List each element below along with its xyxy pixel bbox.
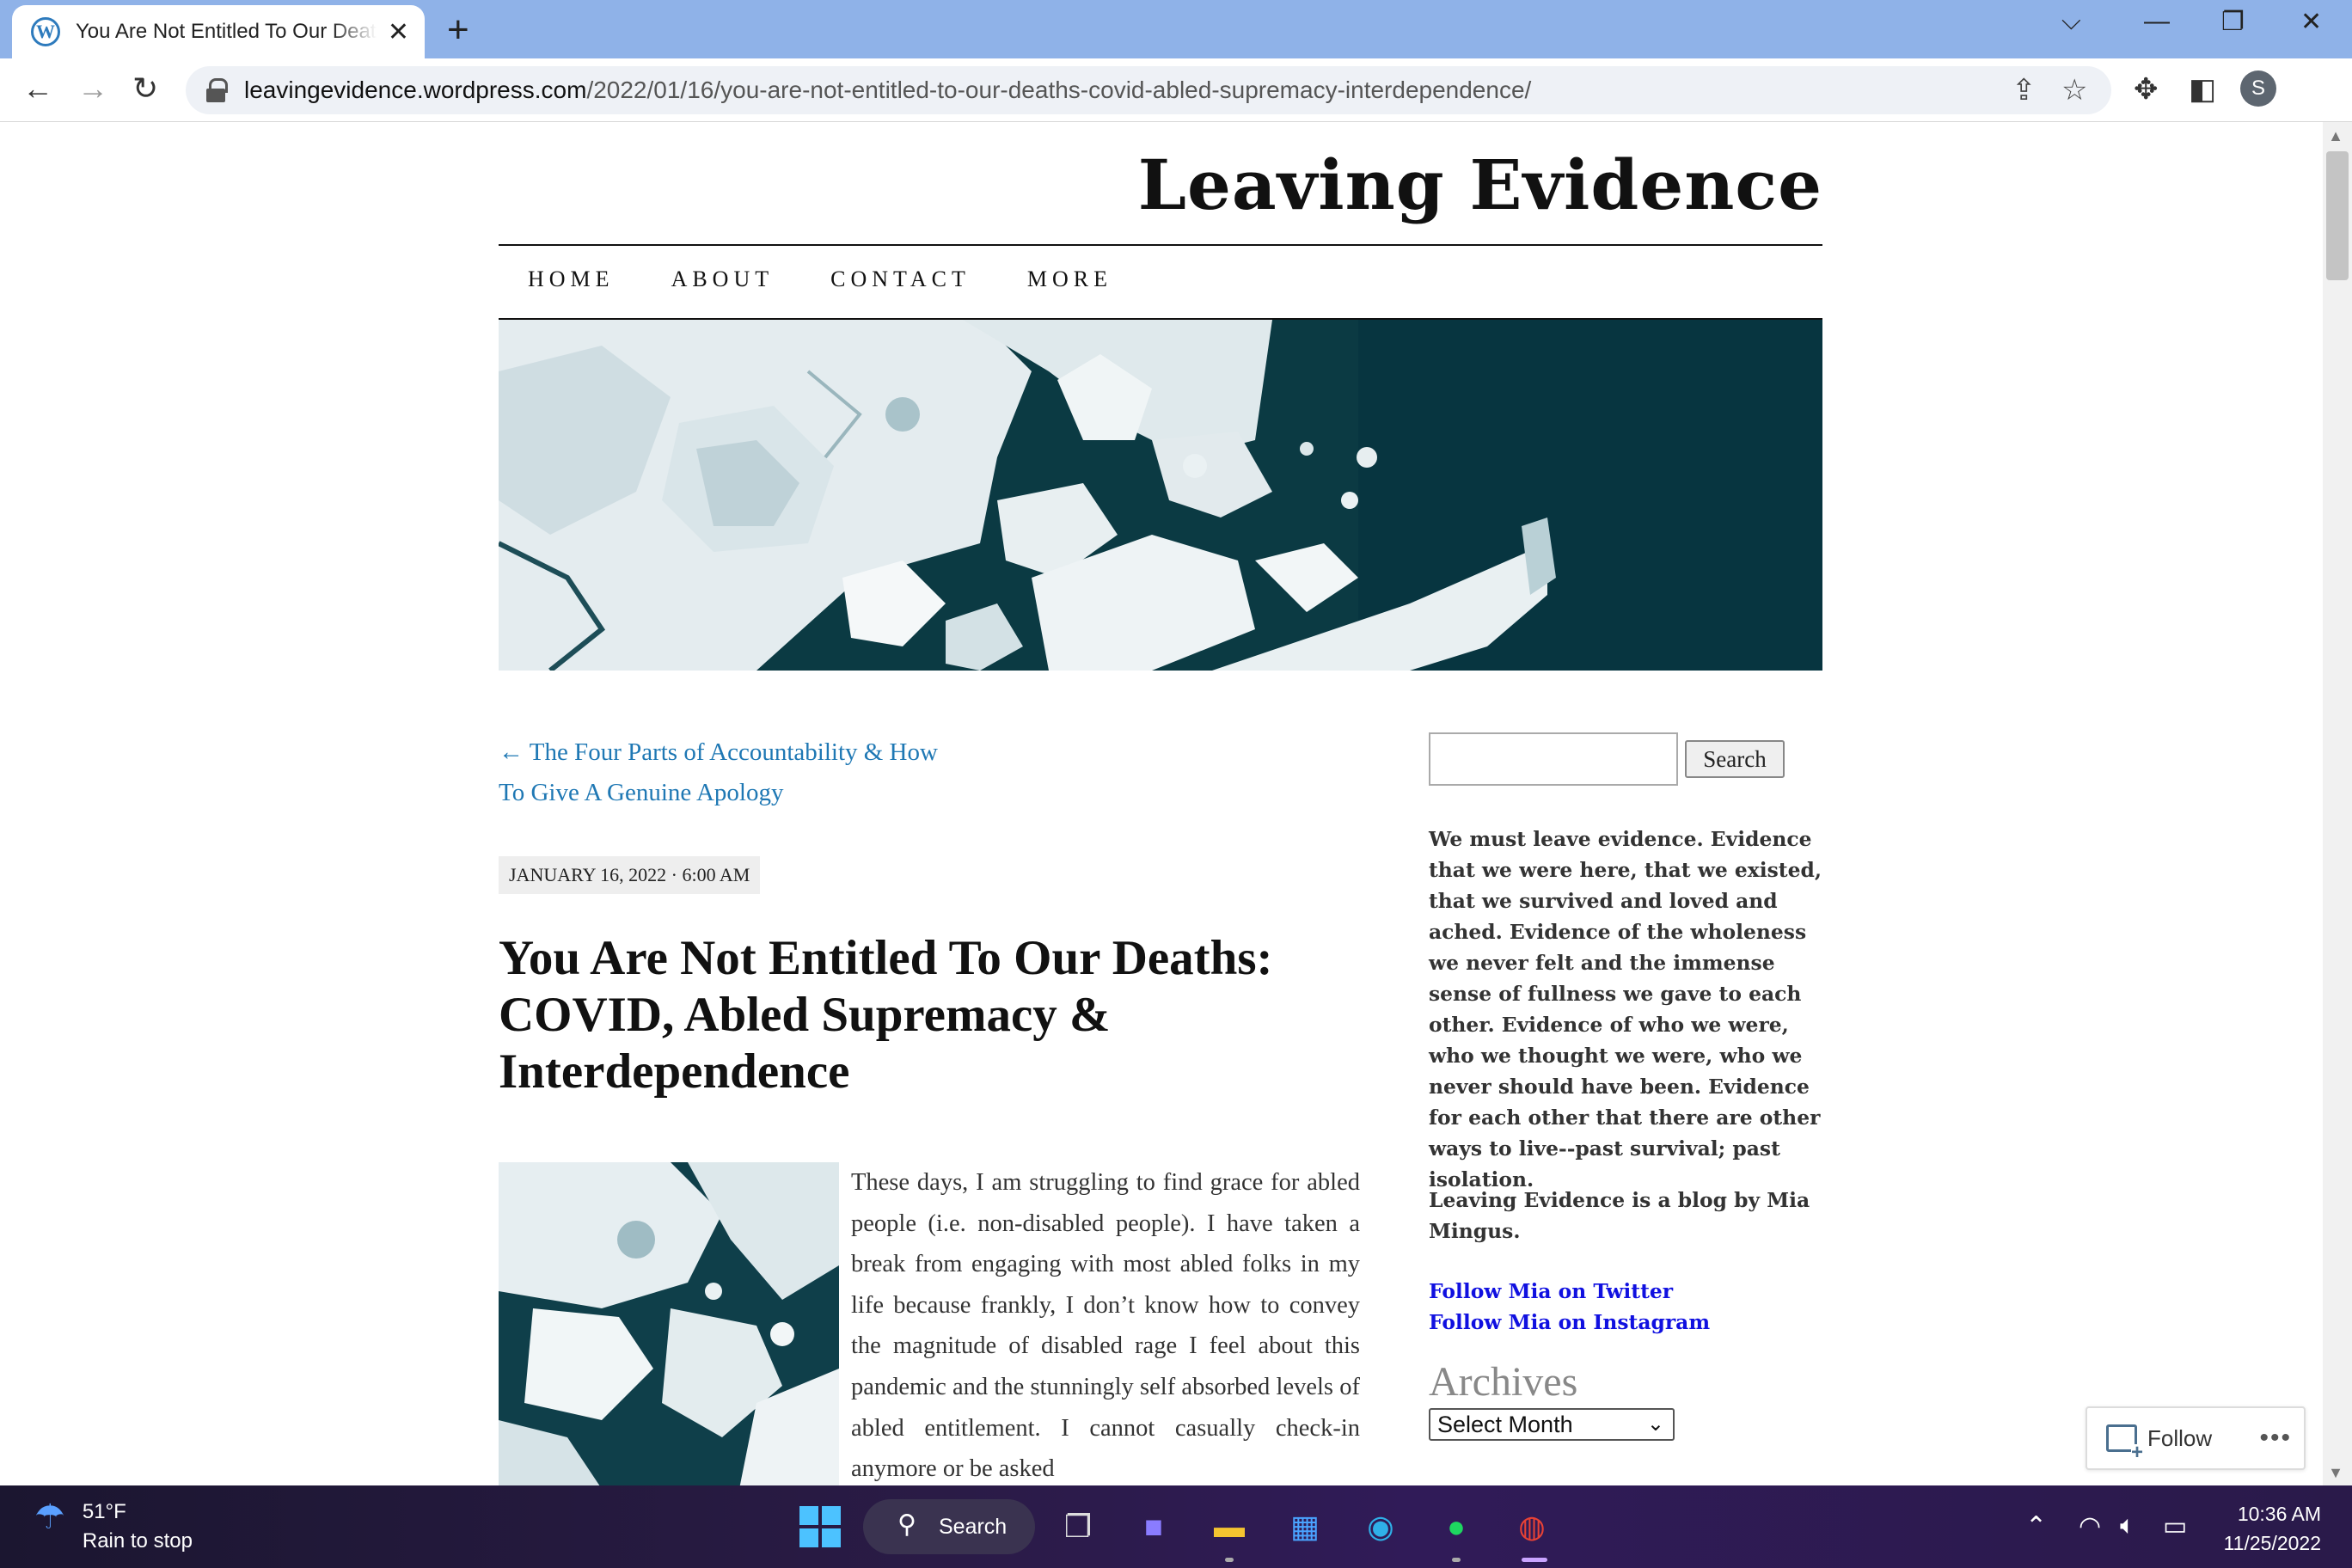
volume-icon[interactable]: 🔈︎ [2120, 1511, 2135, 1540]
browser-toolbar: ← → ↻ leavingevidence.wordpress.com/2022… [0, 58, 2352, 122]
weather-condition: Rain to stop [82, 1529, 193, 1553]
edge-browser-icon[interactable]: ◉ [1357, 1503, 1405, 1551]
active-app-indicator [1522, 1558, 1547, 1562]
sea-ice-illustration [499, 320, 1822, 671]
url-text: leavingevidence.wordpress.com/2022/01/16… [244, 77, 1532, 103]
side-panel-icon[interactable]: ◧ [2189, 72, 2216, 107]
nav-about[interactable]: ABOUT [671, 266, 775, 292]
back-arrow-icon[interactable]: ← [22, 70, 53, 107]
header-divider [499, 244, 1822, 246]
wifi-icon[interactable]: ◠ [2079, 1511, 2101, 1541]
web-page: Leaving Evidence HOME ABOUT CONTACT MORE [0, 122, 2352, 1485]
windows-logo-icon [799, 1506, 841, 1547]
lock-icon[interactable] [206, 78, 228, 102]
instagram-link[interactable]: Follow Mia on Instagram [1429, 1307, 1710, 1338]
close-tab-icon[interactable]: ✕ [388, 17, 409, 47]
site-title[interactable]: Leaving Evidence [1138, 144, 1822, 225]
tab-search-chevron-icon[interactable]: ⌵ [2061, 7, 2081, 36]
post-image [499, 1162, 839, 1485]
more-options-icon[interactable]: ••• [2259, 1424, 2292, 1453]
chrome-icon[interactable]: ◍ [1508, 1503, 1556, 1551]
new-tab-icon[interactable]: + [447, 9, 469, 52]
ice-floe-illustration [499, 1162, 839, 1485]
restore-icon[interactable]: ❐ [2221, 7, 2245, 37]
post-date[interactable]: JANUARY 16, 2022 · 6:00 AM [499, 856, 761, 894]
follow-button[interactable]: Follow [2147, 1425, 2212, 1452]
blog-byline: Leaving Evidence is a blog by Mia Mingus… [1429, 1188, 1810, 1243]
share-icon[interactable]: ⇪ [2012, 73, 2037, 107]
wordpress-favicon-icon: W [31, 17, 60, 46]
header-image [499, 320, 1822, 671]
tab-strip: W You Are Not Entitled To Our Deaths: CO… [0, 0, 2352, 58]
spotify-icon[interactable]: ● [1432, 1503, 1480, 1551]
tab-title: You Are Not Entitled To Our Deaths: COVI… [76, 20, 377, 43]
clock-time: 10:36 AM [2237, 1503, 2321, 1525]
archives-month-select[interactable]: Select Month ⌄ [1429, 1408, 1675, 1441]
umbrella-icon: ☂ [34, 1498, 65, 1536]
profile-avatar[interactable]: S [2240, 70, 2276, 107]
teams-chat-icon[interactable]: ■ [1130, 1503, 1178, 1551]
battery-icon[interactable]: ▭ [2163, 1511, 2187, 1541]
main-navigation: HOME ABOUT CONTACT MORE [528, 266, 1112, 292]
twitter-link[interactable]: Follow Mia on Twitter [1429, 1276, 1710, 1307]
post-body: These days, I am struggling to find grac… [851, 1169, 1360, 1483]
task-view-icon[interactable]: ❐ [1054, 1503, 1102, 1551]
reload-icon[interactable]: ↻ [132, 70, 158, 107]
nav-contact[interactable]: CONTACT [830, 266, 971, 292]
blog-intro: We must leave evidence. Evidence that we… [1429, 827, 1822, 1191]
browser-tab[interactable]: W You Are Not Entitled To Our Deaths: CO… [12, 5, 425, 58]
archives-heading: Archives [1429, 1359, 1578, 1405]
running-indicator [1225, 1558, 1234, 1562]
minimize-icon[interactable]: — [2144, 7, 2170, 36]
follow-widget[interactable]: Follow ••• [2086, 1406, 2306, 1470]
start-button[interactable] [796, 1503, 844, 1551]
system-clock[interactable]: 10:36 AM 11/25/2022 [2209, 1499, 2321, 1558]
nav-more[interactable]: MORE [1027, 266, 1112, 292]
taskbar: ☂ 51°F Rain to stop ⚲ Search ❐ ■ ▬ ▦ ◉ ●… [0, 1485, 2352, 1568]
follow-reader-icon [2106, 1424, 2143, 1461]
taskbar-search-label: Search [939, 1514, 1008, 1539]
weather-temperature: 51°F [82, 1500, 126, 1523]
bookmark-star-icon[interactable]: ☆ [2061, 73, 2087, 107]
search-icon: ⚲ [897, 1510, 916, 1539]
weather-widget[interactable]: ☂ 51°F Rain to stop [34, 1498, 193, 1556]
search-button[interactable]: Search [1685, 740, 1785, 778]
post-title: You Are Not Entitled To Our Deaths: COVI… [499, 931, 1273, 1099]
extensions-puzzle-icon[interactable]: ✥ [2134, 72, 2159, 107]
taskbar-search[interactable]: ⚲ Search [863, 1499, 1035, 1554]
close-window-icon[interactable]: ✕ [2300, 7, 2322, 37]
forward-arrow-icon[interactable]: → [77, 70, 108, 107]
scroll-down-arrow-icon[interactable]: ▼ [2328, 1464, 2343, 1482]
file-explorer-icon[interactable]: ▬ [1205, 1503, 1253, 1551]
previous-post-link[interactable]: ← The Four Parts of Accountability & How… [499, 732, 946, 813]
social-links: Follow Mia on Twitter Follow Mia on Inst… [1429, 1276, 1710, 1338]
archives-select-value: Select Month [1437, 1411, 1573, 1437]
clock-date: 11/25/2022 [2223, 1532, 2321, 1554]
scroll-thumb[interactable] [2326, 151, 2349, 280]
microsoft-store-icon[interactable]: ▦ [1281, 1503, 1329, 1551]
nav-home[interactable]: HOME [528, 266, 615, 292]
scroll-up-arrow-icon[interactable]: ▲ [2328, 127, 2343, 145]
page-scrollbar[interactable]: ▲ ▼ [2323, 122, 2352, 1485]
show-hidden-icons-chevron-icon[interactable]: ⌃ [2025, 1511, 2047, 1541]
search-input[interactable] [1429, 732, 1678, 786]
address-bar[interactable]: leavingevidence.wordpress.com/2022/01/16… [186, 66, 2111, 114]
running-indicator [1452, 1558, 1461, 1562]
chevron-down-icon: ⌄ [1646, 1412, 1664, 1436]
